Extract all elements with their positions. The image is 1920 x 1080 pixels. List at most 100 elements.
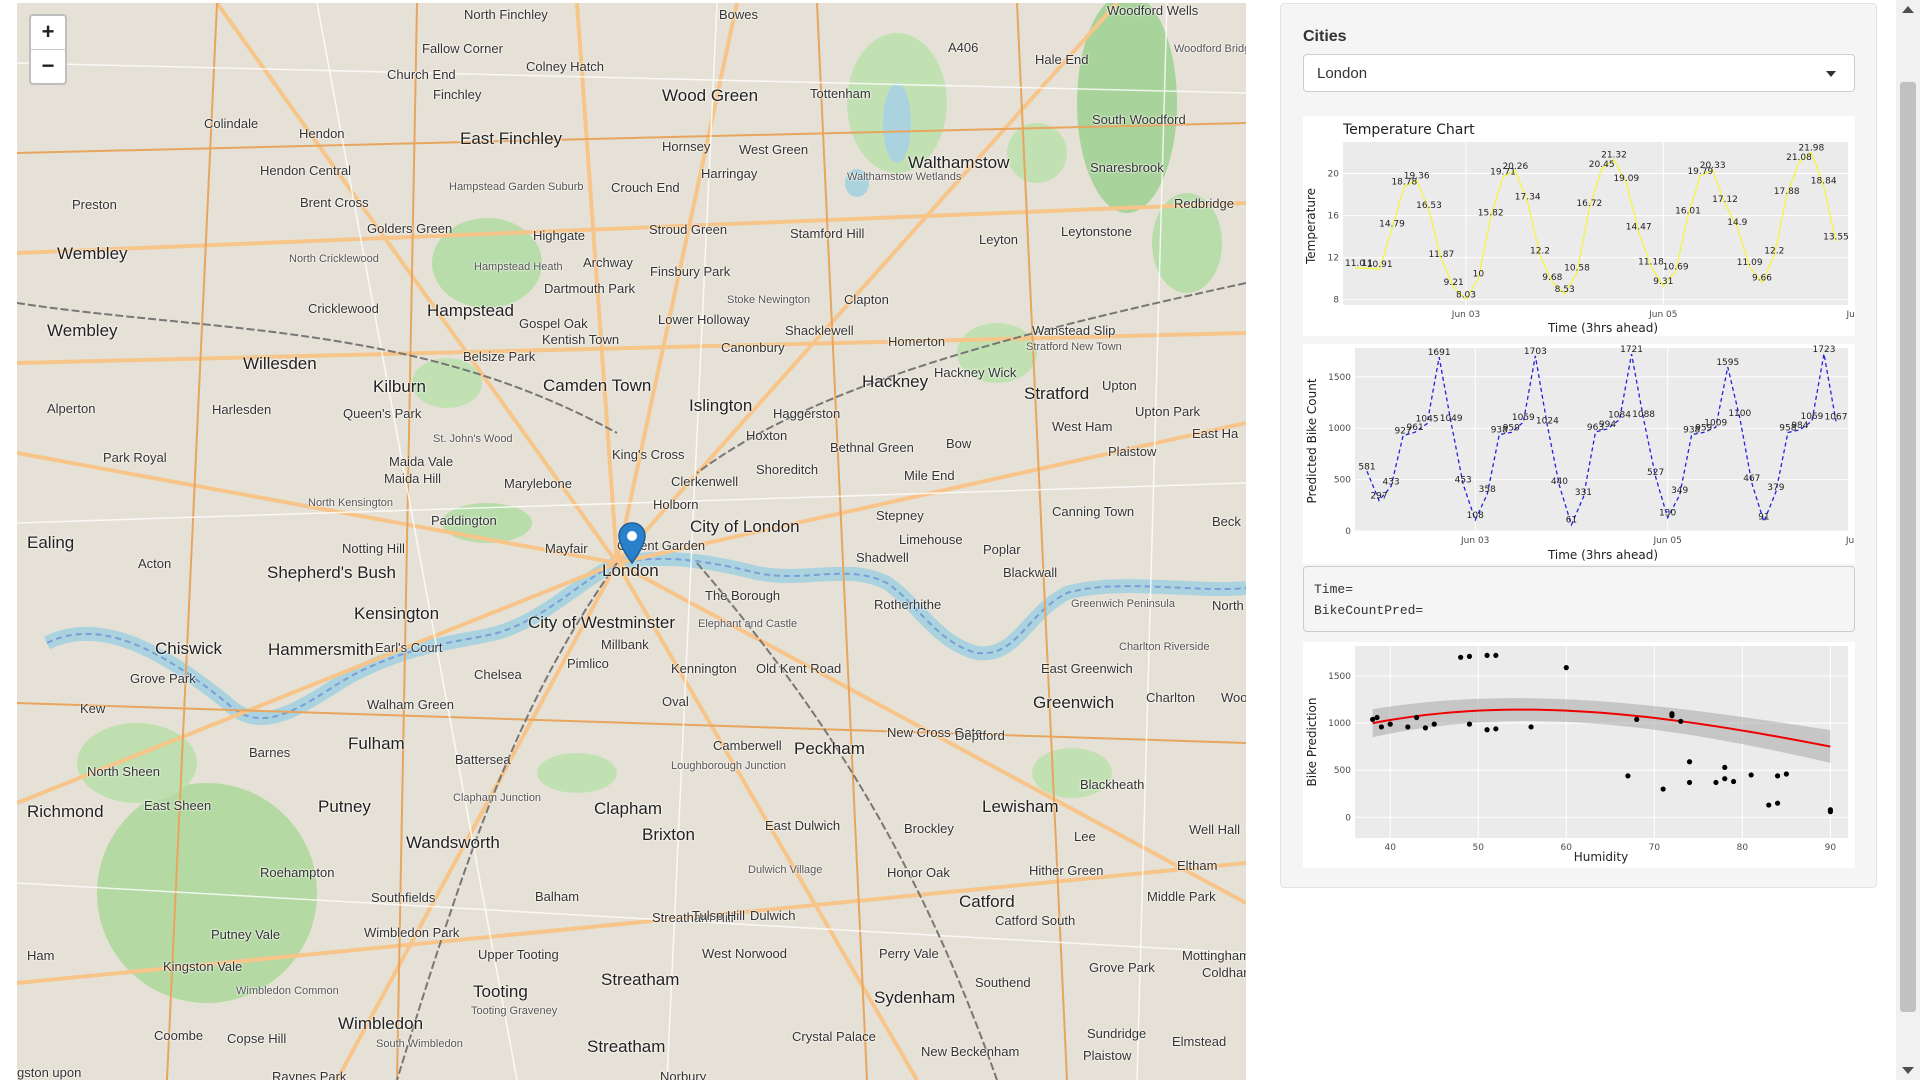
map-place-label: West Ham <box>1052 419 1113 434</box>
map-place-label: Walham Green <box>367 697 454 712</box>
map-place-label: Dulwich Village <box>748 864 823 876</box>
map-place-label: Plaistow <box>1083 1048 1132 1063</box>
map[interactable]: + − North Finchley Bowes Woodford Wells Fal… <box>17 3 1246 1080</box>
data-label: 1069 <box>1800 412 1823 422</box>
map-place-label: Millbank <box>601 637 649 652</box>
map-place-label: Tulse Hill <box>692 908 745 923</box>
humidity-ylabel: Bike Prediction <box>1305 698 1319 787</box>
map-place-label: Pimlico <box>567 656 609 671</box>
map-place-label: Blackheath <box>1080 777 1145 792</box>
map-place-label: Southfields <box>371 890 436 905</box>
data-label: 349 <box>1671 486 1688 496</box>
zoom-in-button[interactable]: + <box>31 16 65 49</box>
map-place-label: Hampstead <box>427 301 514 320</box>
data-label: 984 <box>1791 421 1808 431</box>
data-label: 1059 <box>1512 413 1535 423</box>
bike-count-info: BikeCountPred= <box>1314 603 1424 618</box>
data-label: 297 <box>1370 491 1387 501</box>
map-place-label: Archway <box>583 255 633 270</box>
scatter-point <box>1374 714 1380 721</box>
scatter-point <box>1563 665 1569 671</box>
scatter-point <box>1484 727 1490 733</box>
map-place-label: Old Kent Road <box>756 661 842 676</box>
map-place-label: Wanstead Slip <box>1032 323 1116 338</box>
scatter-point <box>1634 716 1640 723</box>
map-place-label: Clapham Junction <box>453 792 542 804</box>
data-label: 1024 <box>1536 417 1559 427</box>
data-label: 1691 <box>1428 348 1451 358</box>
sidebar-panel: Cities London Temperature Chart 8 12 16 20 … <box>1280 3 1877 888</box>
x-tick-label: Jun 07 <box>1845 536 1855 546</box>
scatter-point <box>1387 721 1393 727</box>
city-select[interactable]: London <box>1303 54 1855 92</box>
map-place-label: Eltham <box>1177 858 1218 873</box>
y-tick-label: 8 <box>1333 296 1339 306</box>
data-label: 1067 <box>1825 412 1848 422</box>
scatter-point <box>1686 759 1693 765</box>
map-place-label: Putney Vale <box>211 927 281 942</box>
data-label: 9.66 <box>1752 273 1772 283</box>
y-tick-label: 1500 <box>1328 672 1351 682</box>
data-label: 12.2 <box>1764 247 1784 257</box>
map-place-label: Ealing <box>27 533 75 552</box>
map-place-label: Mottingham <box>1182 948 1246 963</box>
map-place-label: Streatham <box>601 970 680 989</box>
page-scrollbar[interactable] <box>1896 0 1920 1080</box>
map-place-label: Colney Hatch <box>526 59 605 74</box>
temperature-xlabel: Time (3hrs ahead) <box>1547 321 1658 335</box>
map-place-label: Redbridge <box>1174 196 1234 211</box>
location-marker-icon[interactable] <box>617 521 647 565</box>
bike-count-chart[interactable]: 0 500 1000 1500 Jun 03 Jun 05 Jun 07 581 297 43… <box>1303 344 1874 564</box>
map-place-label: Chelsea <box>474 667 522 682</box>
temperature-chart[interactable]: Temperature Chart 8 12 16 20 Jun 03 Jun 05 Ju… <box>1303 116 1875 336</box>
scroll-down-icon[interactable] <box>1902 1067 1914 1074</box>
humidity-chart[interactable]: 0 500 1000 1500 40 50 60 70 80 90 Humidity Bike … <box>1303 642 1855 868</box>
map-place-label: North <box>1212 598 1244 613</box>
bike-ylabel: Predicted Bike Count <box>1305 378 1319 503</box>
map-place-label: Fulham <box>348 734 405 753</box>
data-label: 20.33 <box>1700 161 1726 171</box>
scatter-point <box>1783 771 1789 777</box>
x-tick-label: 90 <box>1825 843 1837 853</box>
map-place-label: West Green <box>739 142 809 157</box>
map-place-label: Coldhar <box>1202 965 1246 980</box>
data-label: 10.69 <box>1663 262 1689 272</box>
scatter-point <box>1722 764 1728 771</box>
map-place-label: Charlton Riverside <box>1119 641 1210 653</box>
map-place-label: King's Cross <box>612 447 685 462</box>
data-label: 16.01 <box>1675 207 1701 217</box>
map-place-label: Loughborough Junction <box>671 760 786 772</box>
map-place-label: Marylebone <box>504 476 572 491</box>
scatter-point <box>1422 725 1429 731</box>
data-label: 453 <box>1455 475 1472 485</box>
scroll-up-icon[interactable] <box>1902 6 1914 13</box>
scatter-point <box>1466 653 1473 659</box>
map-place-label: Sydenham <box>874 988 956 1007</box>
map-place-label: East Dulwich <box>765 818 841 833</box>
x-tick-label: 80 <box>1737 843 1749 853</box>
data-label: 8.03 <box>1456 290 1476 300</box>
data-label: 1009 <box>1704 418 1727 428</box>
scatter-point <box>1405 724 1411 730</box>
scatter-point <box>1378 724 1385 730</box>
scrollbar-thumb[interactable] <box>1900 82 1916 1012</box>
y-tick-label: 20 <box>1328 170 1340 180</box>
map-place-label: Hackney Wick <box>934 365 1017 380</box>
data-label: 19.36 <box>1404 171 1430 181</box>
scatter-point <box>1625 773 1631 779</box>
zoom-out-button[interactable]: − <box>31 49 65 83</box>
map-place-label: Cricklewood <box>308 301 379 316</box>
map-place-label: Beck <box>1212 514 1241 529</box>
map-place-label: Canonbury <box>721 340 785 355</box>
map-place-label: Homerton <box>888 334 946 349</box>
data-label: 581 <box>1358 462 1375 472</box>
scatter-point <box>1730 778 1737 785</box>
map-place-label: Hammersmith <box>268 640 374 659</box>
map-place-label: New Beckenham <box>921 1044 1020 1059</box>
data-label: 1088 <box>1632 410 1655 420</box>
map-place-label: Kingston Vale <box>163 959 243 974</box>
map-place-label: Maida Vale <box>389 454 454 469</box>
map-place-label: Leytonstone <box>1061 224 1132 239</box>
map-place-label: Brockley <box>904 821 954 836</box>
map-place-label: Hoxton <box>746 428 788 443</box>
